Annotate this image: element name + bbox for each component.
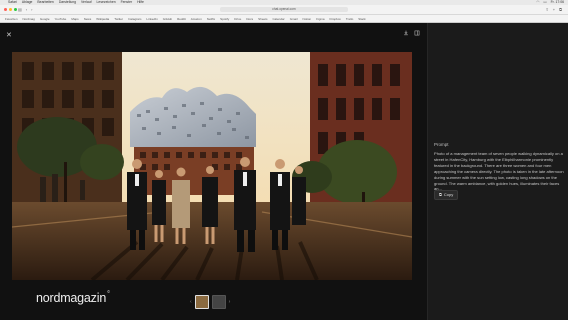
download-icon[interactable] [403, 30, 409, 36]
close-icon[interactable]: ✕ [6, 31, 12, 39]
new-tab-icon[interactable]: + [553, 7, 555, 12]
copy-label: Copy [443, 192, 454, 197]
forward-icon[interactable]: › [31, 7, 32, 12]
nordmagazin-logo: nordmagazin© [36, 289, 110, 305]
image-actions [403, 30, 420, 36]
bookmark-item[interactable]: GitHub [163, 17, 172, 21]
address-bar[interactable]: chat.openai.com [220, 7, 348, 12]
thumbnail-selected[interactable] [194, 295, 209, 309]
sidebar-toggle-icon[interactable]: ▤ [18, 7, 22, 12]
prompt-panel: Prompt Photo of a management team of sev… [427, 23, 568, 320]
back-icon[interactable]: ‹ [26, 7, 27, 12]
bookmark-item[interactable]: Trello [346, 17, 353, 21]
browser-toolbar: ▤ ‹ › chat.openai.com ⇪ + ⧉ [0, 5, 568, 15]
bookmark-item[interactable]: Gmail [290, 17, 298, 21]
bookmark-item[interactable]: Spotify [220, 17, 229, 21]
bookmark-item[interactable]: Google [40, 17, 50, 21]
generated-image [12, 52, 412, 280]
bookmark-item[interactable]: Slack [358, 17, 365, 21]
minimize-window-button[interactable] [9, 8, 12, 11]
sidebar-toggle-icon[interactable] [414, 30, 420, 36]
image-carousel: ‹ › [190, 295, 230, 309]
bookmark-item[interactable]: Netflix [207, 17, 215, 21]
bookmark-item[interactable]: Sheets [258, 17, 267, 21]
next-arrow-icon[interactable]: › [229, 299, 231, 305]
bookmarks-bar: Favoriten Nordmag Google YouTube Maps News Wik… [0, 15, 568, 23]
bookmark-item[interactable]: Calendar [273, 17, 285, 21]
bookmark-item[interactable]: Favoriten [5, 17, 18, 21]
window-controls [4, 8, 17, 11]
bookmark-item[interactable]: Notion [303, 17, 312, 21]
share-icon[interactable]: ⇪ [545, 7, 548, 12]
previous-arrow-icon[interactable]: ‹ [190, 299, 192, 305]
bookmark-item[interactable]: Reddit [177, 17, 186, 21]
bookmark-item[interactable]: Twitter [114, 17, 123, 21]
zoom-window-button[interactable] [14, 8, 17, 11]
bookmark-item[interactable]: Nordmag [23, 17, 35, 21]
bookmark-item[interactable]: Drive [234, 17, 241, 21]
bookmark-item[interactable]: Maps [71, 17, 78, 21]
image-viewer: ✕ nordmagazin© ‹ › Prompt Photo of a man… [0, 23, 568, 320]
copy-button[interactable]: ⧉ Copy [434, 190, 459, 200]
bookmark-item[interactable]: Instagram [128, 17, 141, 21]
logo-text: nordmagazin [36, 291, 107, 305]
bookmark-item[interactable]: Dropbox [330, 17, 341, 21]
bookmark-item[interactable]: Docs [246, 17, 253, 21]
tabs-overview-icon[interactable]: ⧉ [559, 7, 562, 12]
copy-icon: ⧉ [439, 192, 442, 197]
logo-mark: © [107, 289, 110, 294]
bookmark-item[interactable]: YouTube [55, 17, 67, 21]
bookmark-item[interactable]: LinkedIn [146, 17, 157, 21]
bookmark-item[interactable]: News [84, 17, 92, 21]
prompt-text: Photo of a management team of seven peop… [434, 151, 564, 192]
bookmark-item[interactable]: Amazon [191, 17, 202, 21]
close-window-button[interactable] [4, 8, 7, 11]
bookmark-item[interactable]: Wikipedia [96, 17, 109, 21]
bookmark-item[interactable]: Figma [316, 17, 324, 21]
prompt-label: Prompt [434, 142, 449, 147]
thumbnail[interactable] [211, 295, 226, 309]
